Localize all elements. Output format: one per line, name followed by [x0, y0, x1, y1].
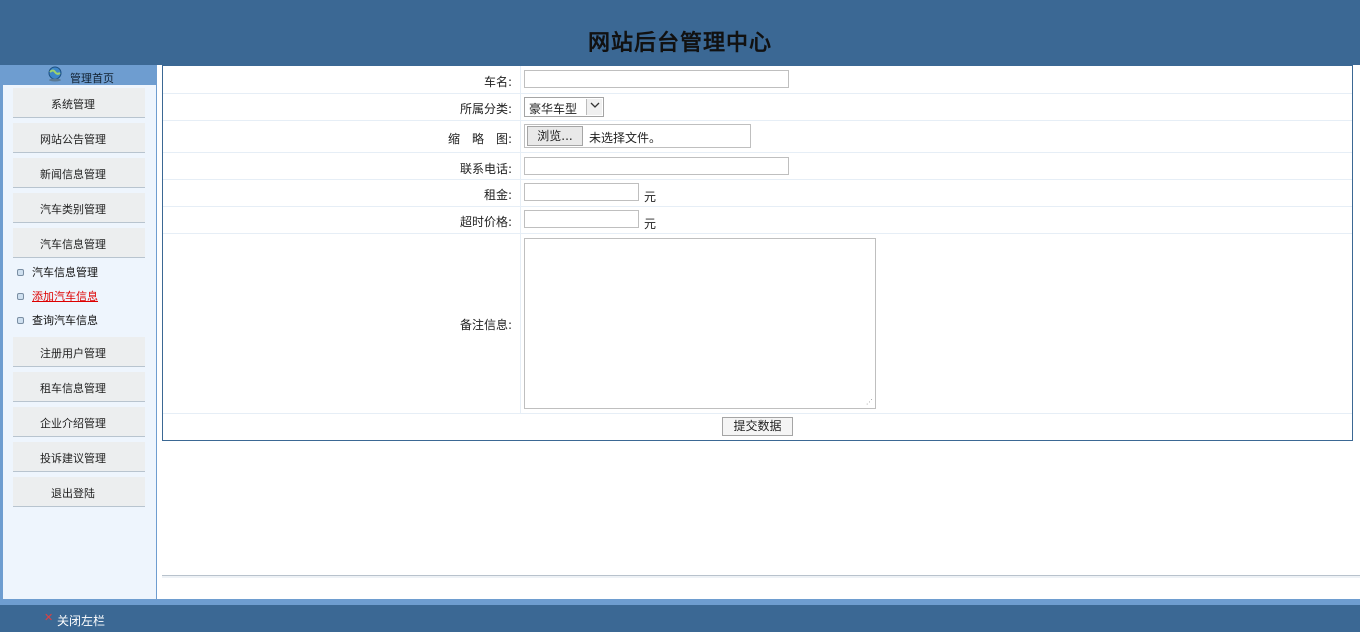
- row-category: 所属分类: 豪华车型: [163, 94, 1352, 121]
- close-sidebar-link[interactable]: 关闭左栏: [57, 612, 105, 629]
- home-link[interactable]: 管理首页: [70, 70, 114, 86]
- sidebar-home[interactable]: 管理首页: [0, 65, 157, 85]
- menu-label: 企业介绍管理: [40, 417, 106, 430]
- menu-complaints[interactable]: 投诉建议管理: [13, 442, 145, 472]
- submit-button[interactable]: 提交数据: [722, 417, 793, 436]
- globe-icon: [46, 66, 64, 82]
- close-icon[interactable]: ✕: [44, 611, 53, 624]
- submenu-car-info-manage[interactable]: 汽车信息管理: [17, 264, 98, 280]
- menu-label: 退出登陆: [51, 487, 95, 500]
- menu-logout[interactable]: 退出登陆: [13, 477, 145, 507]
- bullet-icon: [17, 316, 24, 324]
- menu-label: 系统管理: [51, 98, 95, 111]
- overtime-price-input[interactable]: [524, 210, 639, 228]
- remark-textarea[interactable]: ⋰: [524, 238, 876, 409]
- resize-grip-icon[interactable]: ⋰: [866, 399, 873, 406]
- phone-input[interactable]: [524, 157, 789, 175]
- file-status: 未选择文件。: [589, 131, 662, 145]
- row-phone: 联系电话:: [163, 153, 1352, 180]
- header-bar: 网站后台管理中心: [0, 0, 1360, 65]
- phone-label: 联系电话:: [459, 162, 512, 176]
- sidebar: 管理首页 系统管理 网站公告管理 新闻信息管理 汽车类别管理 汽车信息管理 汽车…: [0, 65, 157, 599]
- submenu-query-car[interactable]: 查询汽车信息: [17, 312, 98, 328]
- submenu-label: 查询汽车信息: [32, 314, 98, 327]
- menu-news[interactable]: 新闻信息管理: [13, 158, 145, 188]
- footer-bar: ✕ 关闭左栏: [0, 605, 1360, 632]
- menu-label: 租车信息管理: [40, 382, 106, 395]
- submenu-label: 汽车信息管理: [32, 266, 98, 279]
- menu-rentals[interactable]: 租车信息管理: [13, 372, 145, 402]
- row-remark: 备注信息: ⋰: [163, 234, 1352, 414]
- menu-users[interactable]: 注册用户管理: [13, 337, 145, 367]
- category-select[interactable]: 豪华车型: [524, 97, 604, 117]
- rent-input[interactable]: [524, 183, 639, 201]
- menu-car-category[interactable]: 汽车类别管理: [13, 193, 145, 223]
- submenu-add-car[interactable]: 添加汽车信息: [17, 288, 98, 304]
- row-rent: 租金: 元: [163, 180, 1352, 207]
- menu-label: 汽车信息管理: [40, 238, 106, 251]
- bullet-icon: [17, 292, 24, 300]
- thumbnail-label: 缩 略 图:: [447, 132, 512, 146]
- overtime-label: 超时价格:: [459, 215, 512, 229]
- menu-label: 新闻信息管理: [40, 168, 106, 181]
- remark-label: 备注信息:: [459, 318, 512, 332]
- menu-announcement[interactable]: 网站公告管理: [13, 123, 145, 153]
- rent-label: 租金:: [483, 188, 512, 202]
- category-label: 所属分类:: [459, 102, 512, 116]
- thumbnail-file-input[interactable]: 浏览... 未选择文件。: [524, 124, 751, 148]
- menu-label: 投诉建议管理: [40, 452, 106, 465]
- row-overtime: 超时价格: 元: [163, 207, 1352, 234]
- menu-label: 注册用户管理: [40, 347, 106, 360]
- overtime-unit: 元: [644, 217, 657, 231]
- car-form: 车名: 所属分类: 豪华车型 缩 略 图: 浏览... 未选择文件。 联系电话:…: [162, 65, 1353, 441]
- content-bottom-divider: [162, 575, 1360, 578]
- submenu-label: 添加汽车信息: [32, 290, 98, 303]
- row-thumbnail: 缩 略 图: 浏览... 未选择文件。: [163, 121, 1352, 153]
- menu-system[interactable]: 系统管理: [13, 88, 145, 118]
- name-label: 车名:: [483, 75, 512, 89]
- row-name: 车名:: [163, 66, 1352, 94]
- menu-car-info[interactable]: 汽车信息管理: [13, 228, 145, 258]
- car-name-input[interactable]: [524, 70, 789, 88]
- chevron-down-icon: [586, 99, 602, 115]
- menu-label: 汽车类别管理: [40, 203, 106, 216]
- menu-label: 网站公告管理: [40, 133, 106, 146]
- browse-button[interactable]: 浏览...: [527, 126, 583, 146]
- rent-unit: 元: [644, 190, 657, 204]
- category-selected: 豪华车型: [529, 102, 578, 116]
- menu-company[interactable]: 企业介绍管理: [13, 407, 145, 437]
- bullet-icon: [17, 268, 24, 276]
- page-title: 网站后台管理中心: [587, 31, 772, 56]
- sidebar-menu: 系统管理 网站公告管理 新闻信息管理 汽车类别管理 汽车信息管理 汽车信息管理 …: [3, 85, 156, 599]
